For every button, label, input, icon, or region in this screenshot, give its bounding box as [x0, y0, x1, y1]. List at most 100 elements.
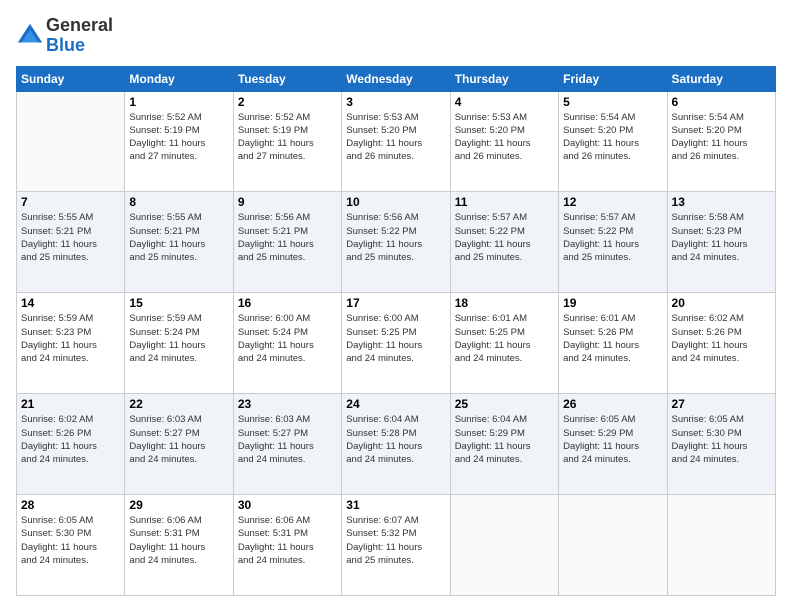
day-number: 24 — [346, 397, 445, 411]
calendar-cell: 27 Sunrise: 6:05 AM Sunset: 5:30 PM Dayli… — [667, 394, 775, 495]
calendar-cell: 5 Sunrise: 5:54 AM Sunset: 5:20 PM Daylig… — [559, 91, 667, 192]
day-number: 4 — [455, 95, 554, 109]
day-number: 27 — [672, 397, 771, 411]
day-info: Sunrise: 5:54 AM Sunset: 5:20 PM Dayligh… — [563, 111, 662, 164]
calendar-cell: 8 Sunrise: 5:55 AM Sunset: 5:21 PM Daylig… — [125, 192, 233, 293]
header: General Blue — [16, 16, 776, 56]
day-info: Sunrise: 6:05 AM Sunset: 5:29 PM Dayligh… — [563, 413, 662, 466]
day-info: Sunrise: 5:58 AM Sunset: 5:23 PM Dayligh… — [672, 211, 771, 264]
day-number: 8 — [129, 195, 228, 209]
day-number: 11 — [455, 195, 554, 209]
day-info: Sunrise: 5:53 AM Sunset: 5:20 PM Dayligh… — [455, 111, 554, 164]
day-info: Sunrise: 6:01 AM Sunset: 5:25 PM Dayligh… — [455, 312, 554, 365]
day-number: 22 — [129, 397, 228, 411]
calendar-cell: 10Sunrise: 5:56 AM Sunset: 5:22 PM Dayli… — [342, 192, 450, 293]
day-info: Sunrise: 6:05 AM Sunset: 5:30 PM Dayligh… — [21, 514, 120, 567]
day-info: Sunrise: 6:00 AM Sunset: 5:25 PM Dayligh… — [346, 312, 445, 365]
calendar-cell: 15 Sunrise: 5:59 AM Sunset: 5:24 PM Dayli… — [125, 293, 233, 394]
calendar-cell — [450, 495, 558, 596]
day-info: Sunrise: 5:53 AM Sunset: 5:20 PM Dayligh… — [346, 111, 445, 164]
day-number: 28 — [21, 498, 120, 512]
day-number: 21 — [21, 397, 120, 411]
day-info: Sunrise: 5:59 AM Sunset: 5:23 PM Dayligh… — [21, 312, 120, 365]
calendar-cell: 2 Sunrise: 5:52 AM Sunset: 5:19 PM Daylig… — [233, 91, 341, 192]
page: General Blue SundayMondayTuesdayWednesda… — [0, 0, 792, 612]
day-info: Sunrise: 5:52 AM Sunset: 5:19 PM Dayligh… — [238, 111, 337, 164]
day-info: Sunrise: 6:03 AM Sunset: 5:27 PM Dayligh… — [129, 413, 228, 466]
day-info: Sunrise: 5:55 AM Sunset: 5:21 PM Dayligh… — [129, 211, 228, 264]
calendar-week-row: 1 Sunrise: 5:52 AM Sunset: 5:19 PM Daylig… — [17, 91, 776, 192]
calendar-cell: 18 Sunrise: 6:01 AM Sunset: 5:25 PM Dayli… — [450, 293, 558, 394]
calendar-week-row: 14 Sunrise: 5:59 AM Sunset: 5:23 PM Dayli… — [17, 293, 776, 394]
calendar-day-header: Monday — [125, 66, 233, 91]
day-info: Sunrise: 6:07 AM Sunset: 5:32 PM Dayligh… — [346, 514, 445, 567]
day-info: Sunrise: 5:52 AM Sunset: 5:19 PM Dayligh… — [129, 111, 228, 164]
day-number: 16 — [238, 296, 337, 310]
calendar-cell: 26 Sunrise: 6:05 AM Sunset: 5:29 PM Dayli… — [559, 394, 667, 495]
calendar-cell: 11 Sunrise: 5:57 AM Sunset: 5:22 PM Dayli… — [450, 192, 558, 293]
calendar-cell: 25 Sunrise: 6:04 AM Sunset: 5:29 PM Dayli… — [450, 394, 558, 495]
calendar-cell: 3Sunrise: 5:53 AM Sunset: 5:20 PM Daylig… — [342, 91, 450, 192]
calendar-day-header: Friday — [559, 66, 667, 91]
day-number: 17 — [346, 296, 445, 310]
calendar-cell: 19 Sunrise: 6:01 AM Sunset: 5:26 PM Dayli… — [559, 293, 667, 394]
day-number: 1 — [129, 95, 228, 109]
day-info: Sunrise: 6:04 AM Sunset: 5:29 PM Dayligh… — [455, 413, 554, 466]
calendar-cell: 1 Sunrise: 5:52 AM Sunset: 5:19 PM Daylig… — [125, 91, 233, 192]
day-info: Sunrise: 6:02 AM Sunset: 5:26 PM Dayligh… — [672, 312, 771, 365]
day-number: 26 — [563, 397, 662, 411]
day-number: 29 — [129, 498, 228, 512]
calendar-cell — [559, 495, 667, 596]
day-number: 15 — [129, 296, 228, 310]
day-number: 23 — [238, 397, 337, 411]
calendar-cell: 9Sunrise: 5:56 AM Sunset: 5:21 PM Daylig… — [233, 192, 341, 293]
day-info: Sunrise: 5:56 AM Sunset: 5:22 PM Dayligh… — [346, 211, 445, 264]
calendar-cell — [17, 91, 125, 192]
calendar-week-row: 28 Sunrise: 6:05 AM Sunset: 5:30 PM Dayli… — [17, 495, 776, 596]
day-info: Sunrise: 6:06 AM Sunset: 5:31 PM Dayligh… — [129, 514, 228, 567]
day-number: 6 — [672, 95, 771, 109]
calendar-cell: 22 Sunrise: 6:03 AM Sunset: 5:27 PM Dayli… — [125, 394, 233, 495]
day-number: 19 — [563, 296, 662, 310]
calendar-cell: 14 Sunrise: 5:59 AM Sunset: 5:23 PM Dayli… — [17, 293, 125, 394]
day-info: Sunrise: 6:04 AM Sunset: 5:28 PM Dayligh… — [346, 413, 445, 466]
calendar-cell: 21 Sunrise: 6:02 AM Sunset: 5:26 PM Dayli… — [17, 394, 125, 495]
calendar-table: SundayMondayTuesdayWednesdayThursdayFrid… — [16, 66, 776, 596]
calendar-cell: 20 Sunrise: 6:02 AM Sunset: 5:26 PM Dayli… — [667, 293, 775, 394]
calendar-week-row: 21 Sunrise: 6:02 AM Sunset: 5:26 PM Dayli… — [17, 394, 776, 495]
day-number: 25 — [455, 397, 554, 411]
day-info: Sunrise: 5:56 AM Sunset: 5:21 PM Dayligh… — [238, 211, 337, 264]
day-info: Sunrise: 6:01 AM Sunset: 5:26 PM Dayligh… — [563, 312, 662, 365]
day-info: Sunrise: 5:57 AM Sunset: 5:22 PM Dayligh… — [563, 211, 662, 264]
day-number: 31 — [346, 498, 445, 512]
logo-icon — [16, 22, 44, 50]
calendar-cell: 13 Sunrise: 5:58 AM Sunset: 5:23 PM Dayli… — [667, 192, 775, 293]
day-number: 14 — [21, 296, 120, 310]
calendar-cell: 7Sunrise: 5:55 AM Sunset: 5:21 PM Daylig… — [17, 192, 125, 293]
logo: General Blue — [16, 16, 113, 56]
calendar-cell: 23Sunrise: 6:03 AM Sunset: 5:27 PM Dayli… — [233, 394, 341, 495]
calendar-cell — [667, 495, 775, 596]
day-number: 13 — [672, 195, 771, 209]
calendar-header-row: SundayMondayTuesdayWednesdayThursdayFrid… — [17, 66, 776, 91]
calendar-cell: 12 Sunrise: 5:57 AM Sunset: 5:22 PM Dayli… — [559, 192, 667, 293]
day-number: 18 — [455, 296, 554, 310]
day-info: Sunrise: 5:59 AM Sunset: 5:24 PM Dayligh… — [129, 312, 228, 365]
calendar-cell: 24 Sunrise: 6:04 AM Sunset: 5:28 PM Dayli… — [342, 394, 450, 495]
day-info: Sunrise: 6:02 AM Sunset: 5:26 PM Dayligh… — [21, 413, 120, 466]
calendar-cell: 4 Sunrise: 5:53 AM Sunset: 5:20 PM Daylig… — [450, 91, 558, 192]
day-number: 12 — [563, 195, 662, 209]
day-info: Sunrise: 5:57 AM Sunset: 5:22 PM Dayligh… — [455, 211, 554, 264]
calendar-cell: 6Sunrise: 5:54 AM Sunset: 5:20 PM Daylig… — [667, 91, 775, 192]
day-info: Sunrise: 5:55 AM Sunset: 5:21 PM Dayligh… — [21, 211, 120, 264]
day-info: Sunrise: 6:05 AM Sunset: 5:30 PM Dayligh… — [672, 413, 771, 466]
day-info: Sunrise: 6:00 AM Sunset: 5:24 PM Dayligh… — [238, 312, 337, 365]
calendar-day-header: Thursday — [450, 66, 558, 91]
calendar-cell: 30Sunrise: 6:06 AM Sunset: 5:31 PM Dayli… — [233, 495, 341, 596]
day-number: 5 — [563, 95, 662, 109]
calendar-cell: 31 Sunrise: 6:07 AM Sunset: 5:32 PM Dayli… — [342, 495, 450, 596]
calendar-cell: 16 Sunrise: 6:00 AM Sunset: 5:24 PM Dayli… — [233, 293, 341, 394]
calendar-day-header: Sunday — [17, 66, 125, 91]
day-number: 20 — [672, 296, 771, 310]
day-number: 2 — [238, 95, 337, 109]
